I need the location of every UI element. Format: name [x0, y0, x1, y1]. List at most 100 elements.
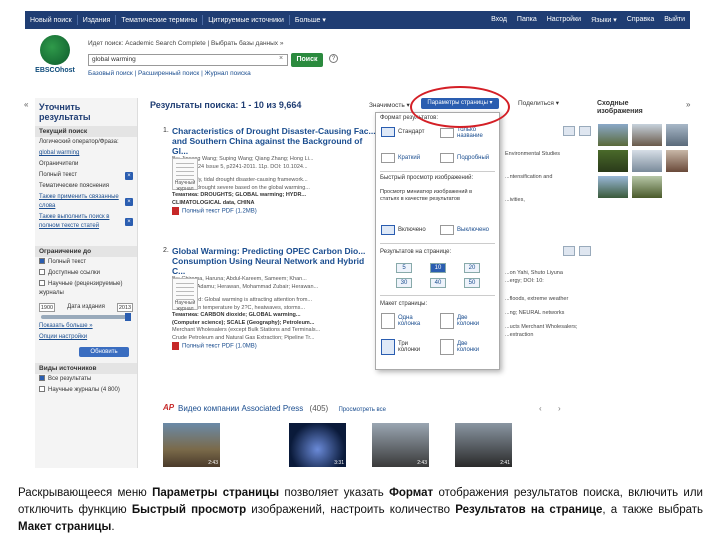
expand-right-panel-icon[interactable]: »	[686, 100, 690, 109]
related-image-thumbnail[interactable]	[632, 176, 662, 198]
date-slider[interactable]	[41, 313, 131, 321]
caption-text: изображений, настроить количество	[246, 504, 456, 516]
help-icon[interactable]: ?	[329, 54, 338, 63]
checkbox[interactable]	[39, 375, 45, 382]
checkbox[interactable]	[39, 386, 45, 393]
layout-two-b-option[interactable]: Две колонки	[440, 339, 487, 355]
sort-relevance-dropdown[interactable]: Значимость ▾	[369, 101, 410, 109]
layout-three-option[interactable]: Три колонки	[381, 339, 428, 355]
add-to-folder-icon[interactable]	[579, 126, 591, 136]
nav-more-menu[interactable]: Больше ▾	[290, 16, 331, 24]
nav-cited-references[interactable]: Цитируемые источники	[203, 17, 289, 24]
result-peek-text: ...ucts Merchant Wholesalers;	[505, 324, 578, 330]
related-image-thumbnail[interactable]	[598, 150, 628, 172]
remove-expander-icon[interactable]: ×	[125, 218, 133, 226]
per-page-30[interactable]: 30	[396, 278, 412, 288]
result-subjects: (Computer science); SCALE (Geography); P…	[172, 319, 315, 326]
video-next-icon[interactable]: ›	[558, 404, 561, 413]
result-peek-text: ...ntensification and	[505, 174, 553, 180]
collapse-left-panel-icon[interactable]: «	[24, 100, 28, 109]
video-thumbnail[interactable]: 3:31	[289, 423, 346, 467]
limit-refs-row[interactable]: Доступные ссылки	[35, 268, 137, 279]
remove-limiter-icon[interactable]: ×	[125, 171, 133, 180]
video-thumbnail[interactable]: 2:41	[455, 423, 512, 467]
per-page-10[interactable]: 10	[430, 263, 446, 273]
view-all-videos-link[interactable]: Просмотреть все	[338, 407, 386, 413]
nav-new-search[interactable]: Новый поиск	[25, 17, 77, 24]
limit-to-header[interactable]: Ограничение до	[35, 246, 137, 257]
nav-languages[interactable]: Языки ▾	[586, 16, 622, 24]
refine-results-title: Уточнить результаты	[39, 102, 91, 122]
nav-exit[interactable]: Выйти	[659, 16, 690, 24]
nav-folder[interactable]: Папка	[512, 16, 542, 24]
per-page-5[interactable]: 5	[396, 263, 412, 273]
nav-sign-in[interactable]: Вход	[486, 16, 512, 24]
source-all-row[interactable]: Все результаты	[35, 374, 137, 385]
preview-icon[interactable]	[563, 246, 575, 256]
search-mode-links[interactable]: Базовый поиск | Расширенный поиск | Журн…	[88, 70, 251, 77]
checkbox[interactable]	[39, 269, 45, 276]
update-button[interactable]: Обновить	[79, 347, 129, 357]
search-button[interactable]: Поиск	[291, 53, 323, 67]
video-title-text[interactable]: Видео компании Associated Press	[178, 404, 303, 413]
related-images-title: Сходные изображения	[597, 100, 643, 115]
layout-one-option[interactable]: Одна колонка	[381, 313, 428, 329]
video-duration: 2:43	[417, 460, 427, 466]
nav-publications[interactable]: Издания	[78, 17, 116, 24]
source-academic-row[interactable]: Научные журналы (4 800)	[35, 385, 137, 396]
nav-subject-terms[interactable]: Тематические термины	[116, 17, 202, 24]
refine-results-panel: Уточнить результаты Текущий поиск Логиче…	[35, 98, 138, 468]
nav-help[interactable]: Справка	[622, 16, 659, 24]
related-image-thumbnail[interactable]	[598, 124, 628, 146]
related-image-thumbnail[interactable]	[598, 176, 628, 198]
format-title-only-option[interactable]: Только название	[440, 127, 487, 139]
result-abstract: degree of drought severe based on the gl…	[172, 184, 310, 191]
source-types-header[interactable]: Виды источников	[35, 363, 137, 374]
related-image-thumbnail[interactable]	[666, 124, 688, 146]
nav-preferences[interactable]: Настройки	[542, 16, 586, 24]
per-page-40[interactable]: 40	[430, 278, 446, 288]
related-image-thumbnail[interactable]	[666, 150, 688, 172]
searching-database-label[interactable]: Идет поиск: Academic Search Complete | В…	[88, 40, 283, 47]
add-to-folder-icon[interactable]	[579, 246, 591, 256]
format-standard-option[interactable]: Стандарт	[381, 127, 424, 137]
preview-on-label: Включено	[398, 227, 426, 233]
pdf-fulltext-link[interactable]: Полный текст PDF (1.0MB)	[172, 342, 377, 352]
expander-fulltext-text[interactable]: Также выполнить поиск в полном тексте ст…	[39, 213, 125, 231]
result-title-link[interactable]: Global Warming: Predicting OPEC Carbon D…	[172, 246, 377, 276]
pdf-fulltext-link[interactable]: Полный текст PDF (1.2MB)	[172, 207, 377, 217]
year-to-input[interactable]: 2013	[117, 303, 133, 312]
limit-fulltext-row[interactable]: Полный текст	[35, 257, 137, 268]
format-brief-option[interactable]: Краткий	[381, 153, 420, 163]
related-image-thumbnail[interactable]	[632, 124, 662, 146]
show-more-link[interactable]: Показать больше »	[39, 322, 93, 331]
limit-peer-row[interactable]: Научные (рецензируемые) журналы	[35, 279, 137, 299]
per-page-20[interactable]: 20	[464, 263, 480, 273]
checkbox[interactable]	[39, 258, 45, 265]
video-thumbnail[interactable]: 2:43	[372, 423, 429, 467]
result-abstract: In this study, tidal drought disaster-ca…	[172, 177, 308, 183]
result-title-link[interactable]: Characteristics of Drought Disaster-Caus…	[172, 126, 377, 156]
format-detailed-option[interactable]: Подробный	[440, 153, 489, 163]
related-image-thumbnail[interactable]	[632, 150, 662, 172]
share-dropdown[interactable]: Поделиться ▾	[518, 99, 559, 107]
current-search-header[interactable]: Текущий поиск	[35, 126, 137, 137]
options-link[interactable]: Опции настройки	[39, 333, 87, 342]
remove-expander-icon[interactable]: ×	[125, 198, 133, 206]
video-prev-icon[interactable]: ‹	[539, 404, 542, 413]
preview-icon[interactable]	[563, 126, 575, 136]
preview-off-option[interactable]: Выключено	[440, 225, 489, 235]
video-thumbnail[interactable]: 2:43	[163, 423, 220, 467]
expander-related-text[interactable]: Также применить связанные слова	[39, 193, 125, 211]
pdf-icon	[172, 342, 179, 350]
search-input[interactable]: global warming	[88, 54, 288, 66]
preview-on-option[interactable]: Включено	[381, 225, 426, 235]
layout-two-option[interactable]: Две колонки	[440, 313, 487, 329]
per-page-50[interactable]: 50	[464, 278, 480, 288]
boolean-value-link[interactable]: global warming	[39, 149, 79, 158]
clear-search-icon[interactable]: ×	[279, 55, 283, 62]
checkbox[interactable]	[39, 280, 45, 287]
year-from-input[interactable]: 1900	[39, 303, 55, 312]
ebsco-logo[interactable]: EBSCOhost	[30, 35, 80, 75]
result-subjects: Merchant Wholesalers (except Bulk Statio…	[172, 327, 321, 333]
